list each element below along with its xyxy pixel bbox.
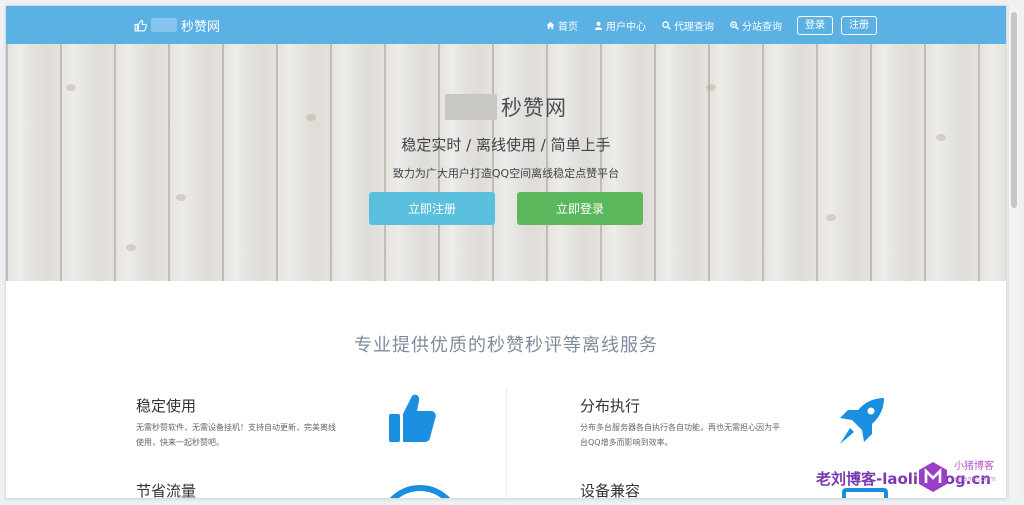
section-title: 专业提供优质的秒赞秒评等离线服务: [354, 335, 658, 356]
redacted-site-name: [445, 94, 497, 120]
watermark-side-small: xjrame.com: [954, 475, 996, 483]
nav-home-label: 首页: [558, 21, 578, 33]
register-button[interactable]: 注册: [841, 15, 877, 35]
wood-knot: [706, 84, 716, 91]
feature-desc-line: 使用，快来一起秒赞吧。: [136, 438, 224, 447]
nav-substation-query-label: 分站查询: [742, 21, 782, 33]
rocket-icon: [840, 398, 884, 444]
thumbs-up-icon: [389, 394, 436, 442]
wood-knot: [66, 84, 76, 91]
nav-user-center-label: 用户中心: [606, 21, 646, 33]
browser-viewport: 秒赞网 首页 用户中心 代理查询 分站查询 登录 注册 秒赞网 稳定实时 / 离…: [6, 6, 1006, 498]
hero-title: 秒赞网: [6, 92, 1006, 122]
zoom-in-icon: [730, 20, 739, 30]
user-icon: [594, 21, 603, 30]
vertical-scrollbar[interactable]: [1008, 6, 1019, 498]
feature-desc-stable: 无需秒赞软件，无需设备挂机！支持自动更新，完美离线 使用，快来一起秒赞吧。: [136, 420, 368, 450]
feature-title-distributed: 分布执行: [580, 397, 641, 415]
nav-home[interactable]: 首页: [546, 18, 578, 33]
scrollbar-thumb[interactable]: [1011, 12, 1017, 208]
nav-user-center[interactable]: 用户中心: [594, 18, 646, 33]
feature-title-compatibility: 设备兼容: [580, 482, 641, 498]
nav-links: 首页 用户中心 代理查询 分站查询 登录 注册: [546, 6, 877, 44]
brand-text: 秒赞网: [181, 19, 221, 35]
feature-desc-line: 台QQ增多而影响到效率。: [580, 438, 673, 447]
watermark-side-text: 小猪博客: [954, 461, 994, 472]
feature-desc-line: 分布多台服务器各自执行各自功能，再也无需担心因为平: [580, 423, 780, 432]
nav-agent-query-label: 代理查询: [674, 21, 714, 33]
login-button[interactable]: 登录: [797, 15, 833, 35]
wood-knot: [176, 194, 186, 201]
site-brand[interactable]: 秒赞网: [134, 6, 220, 44]
home-icon: [546, 21, 555, 29]
nav-substation-query[interactable]: 分站查询: [730, 18, 782, 33]
thumbs-up-icon: [134, 19, 147, 31]
hero-login-button[interactable]: 立即登录: [517, 192, 643, 225]
top-navbar: 秒赞网 首页 用户中心 代理查询 分站查询 登录 注册: [6, 6, 1006, 44]
feature-desc-line: 无需秒赞软件，无需设备挂机！支持自动更新，完美离线: [136, 423, 336, 432]
feature-divider: [506, 388, 507, 498]
wood-knot: [126, 244, 136, 251]
watermark-side: 小猪博客 xjrame.com: [954, 461, 996, 485]
search-icon: [662, 20, 671, 30]
hero-description: 致力为广大用户打造QQ空间离线稳定点赞平台: [392, 167, 620, 180]
wifi-icon: [389, 485, 451, 498]
hero-subtitle: 稳定实时 / 离线使用 / 简单上手: [401, 136, 611, 154]
hero-title-text: 秒赞网: [501, 96, 567, 120]
redacted-brand-name: [151, 18, 177, 32]
hero-banner: 秒赞网 稳定实时 / 离线使用 / 简单上手 致力为广大用户打造QQ空间离线稳定…: [6, 44, 1006, 281]
feature-title-save-traffic: 节省流量: [136, 482, 197, 498]
hero-register-button[interactable]: 立即注册: [369, 192, 495, 225]
watermark-logo-icon: [919, 462, 947, 492]
feature-title-stable: 稳定使用: [136, 397, 197, 415]
nav-agent-query[interactable]: 代理查询: [662, 18, 714, 33]
feature-desc-distributed: 分布多台服务器各自执行各自功能，再也无需担心因为平 台QQ增多而影响到效率。: [580, 420, 812, 450]
wood-knot: [826, 214, 836, 221]
